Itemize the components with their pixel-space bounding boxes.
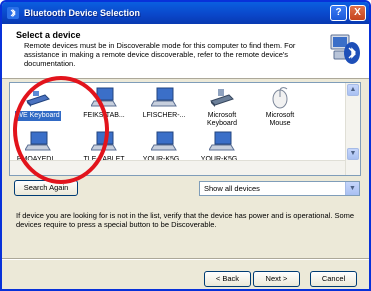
device-item-microsoft-keyboard[interactable]: Microsoft Keyboard <box>198 87 246 129</box>
page-title: Select a device <box>16 30 81 40</box>
device-label: FEIKS-TAB... <box>83 112 125 119</box>
device-item-lfischer[interactable]: LFISCHER-... <box>140 87 188 121</box>
wizard-header: Select a device Remote devices must be i… <box>2 24 369 79</box>
scroll-up-icon[interactable]: ▲ <box>347 84 359 96</box>
window-title: Bluetooth Device Selection <box>24 8 141 18</box>
device-item-we-keyboard[interactable]: WE Keyboard <box>14 87 62 121</box>
device-label: Microsoft Mouse <box>265 112 295 127</box>
chevron-down-icon[interactable]: ▼ <box>345 182 359 195</box>
laptop-icon <box>90 87 117 109</box>
close-button[interactable]: X <box>349 5 366 21</box>
divider <box>2 258 369 260</box>
bluetooth-device-selection-window: Bluetooth Device Selection ? X Select a … <box>0 0 371 291</box>
device-filter-dropdown[interactable]: Show all devices ▼ <box>199 181 360 196</box>
back-button[interactable]: < Back <box>204 271 251 287</box>
laptop-icon <box>150 131 177 153</box>
device-label: WE Keyboard <box>15 111 61 121</box>
next-button[interactable]: Next > <box>253 271 300 287</box>
device-label: Microsoft Keyboard <box>207 112 237 127</box>
laptop-icon <box>90 131 117 153</box>
scroll-down-icon[interactable]: ▼ <box>347 148 359 160</box>
keyboard-icon <box>25 87 51 109</box>
horizontal-scrollbar[interactable] <box>10 160 345 175</box>
bluetooth-computer-icon <box>330 33 360 67</box>
laptop-icon <box>24 131 51 153</box>
device-item-feiks-tab[interactable]: FEIKS-TAB... <box>80 87 128 121</box>
info-text: If device you are looking for is not in … <box>16 211 355 229</box>
device-list[interactable]: WE Keyboard FEIKS-TAB... LFISCHER-... Mi… <box>9 82 361 176</box>
vertical-scrollbar[interactable]: ▲ ▼ <box>345 83 360 175</box>
device-label: LFISCHER-... <box>142 112 186 119</box>
laptop-icon <box>150 87 177 109</box>
laptop-icon <box>208 131 235 153</box>
device-item-microsoft-mouse[interactable]: Microsoft Mouse <box>256 87 304 129</box>
mouse-icon <box>267 87 293 109</box>
help-button[interactable]: ? <box>330 5 347 21</box>
title-bar[interactable]: Bluetooth Device Selection ? X <box>2 2 369 24</box>
cancel-button[interactable]: Cancel <box>310 271 357 287</box>
device-filter-value: Show all devices <box>204 184 260 193</box>
page-description: Remote devices must be in Discoverable m… <box>24 41 296 68</box>
search-again-button[interactable]: Search Again <box>14 180 78 196</box>
keyboard-icon <box>209 87 235 109</box>
bluetooth-app-icon <box>7 7 19 19</box>
